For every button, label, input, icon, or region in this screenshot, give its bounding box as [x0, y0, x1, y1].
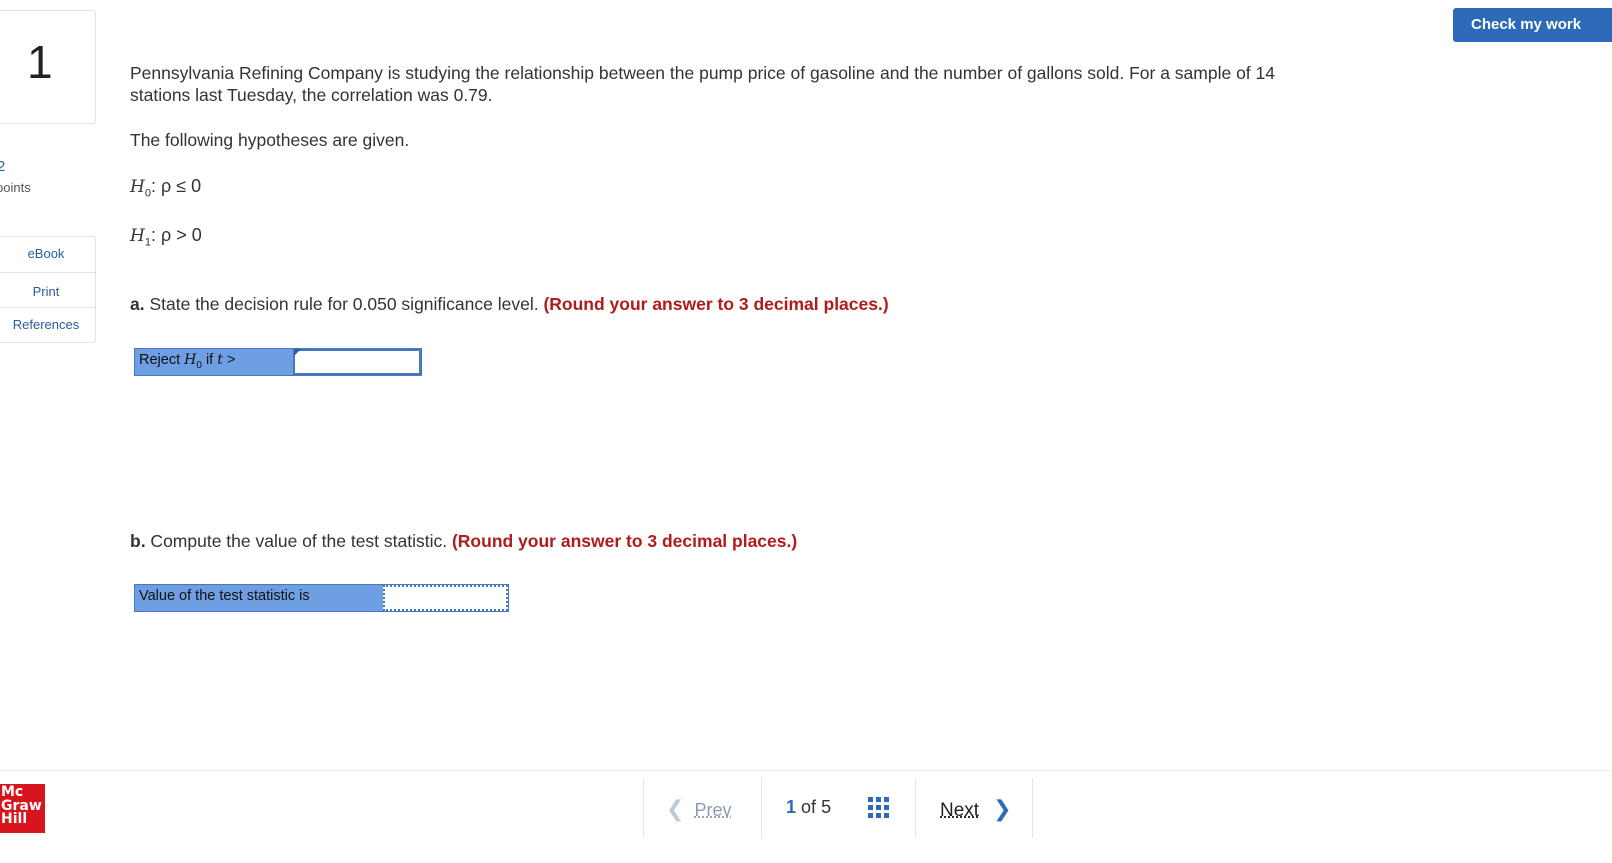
answer-label-post: if — [201, 352, 218, 368]
part-a-answer-label: Reject H0 if t > — [135, 349, 293, 375]
ebook-link[interactable]: eBook — [0, 246, 95, 261]
chevron-left-icon: ❮ — [666, 796, 685, 821]
part-b-prompt: b. Compute the value of the test statist… — [130, 531, 797, 552]
points-value: 2 — [0, 158, 6, 175]
answer-label-var: H — [184, 352, 197, 368]
question-intro: Pennsylvania Refining Company is studyin… — [130, 63, 1275, 105]
null-hypothesis: H0: ρ ≤ 0 — [130, 176, 201, 200]
part-a-text: State the decision rule for 0.050 signif… — [144, 294, 544, 314]
divider — [643, 778, 644, 838]
question-number-card: 1 — [0, 10, 96, 124]
logo-line: Hill — [1, 811, 28, 827]
grid-icon[interactable] — [868, 797, 889, 818]
divider — [0, 307, 95, 308]
part-b-answer-row: Value of the test statistic is — [134, 584, 509, 612]
prev-button[interactable]: ❮ Prev — [666, 796, 731, 822]
answer-label-gt: > — [222, 352, 236, 368]
hypothesis-var: H — [130, 226, 145, 246]
hypotheses-intro: The following hypotheses are given. — [130, 130, 410, 150]
part-a-answer-row: Reject H0 if t > — [134, 348, 422, 376]
footer-divider — [0, 770, 1612, 771]
current-page: 1 — [786, 797, 797, 817]
next-label: Next — [940, 800, 980, 821]
divider — [915, 778, 916, 838]
test-statistic-input[interactable] — [383, 585, 508, 611]
divider — [761, 778, 762, 838]
page-indicator: 1 of 5 — [786, 797, 831, 818]
resource-menu: eBook Print References — [0, 236, 96, 343]
question-number: 1 — [27, 36, 53, 88]
hypothesis-expression: : ρ ≤ 0 — [150, 176, 202, 196]
references-link[interactable]: References — [0, 317, 95, 332]
part-a-instruction: (Round your answer to 3 decimal places.) — [543, 294, 889, 314]
check-my-work-button[interactable]: Check my work — [1453, 8, 1612, 42]
part-a-prompt: a. State the decision rule for 0.050 sig… — [130, 294, 889, 315]
chevron-right-icon: ❯ — [993, 796, 1012, 821]
alternative-hypothesis: H1: ρ > 0 — [130, 225, 202, 249]
print-link[interactable]: Print — [0, 284, 95, 299]
part-a-label: a. — [130, 294, 145, 314]
part-b-answer-label: Value of the test statistic is — [139, 588, 310, 604]
part-b-label: b. — [130, 531, 146, 551]
prev-label: Prev — [694, 800, 732, 820]
next-button[interactable]: Next ❯ — [940, 796, 1012, 822]
divider — [1032, 778, 1033, 838]
part-b-instruction: (Round your answer to 3 decimal places.) — [451, 531, 798, 551]
page-of: of — [801, 797, 817, 817]
part-b-text: Compute the value of the test statistic. — [145, 531, 452, 551]
mcgraw-hill-logo: Mc Graw Hill — [0, 784, 45, 833]
critical-value-input[interactable] — [293, 349, 421, 375]
divider — [0, 272, 95, 273]
total-pages: 5 — [821, 797, 832, 817]
answer-label-pre: Reject — [139, 352, 185, 368]
hypothesis-var: H — [130, 177, 145, 197]
hypothesis-expression: : ρ > 0 — [150, 225, 202, 245]
points-label: points — [0, 180, 31, 195]
